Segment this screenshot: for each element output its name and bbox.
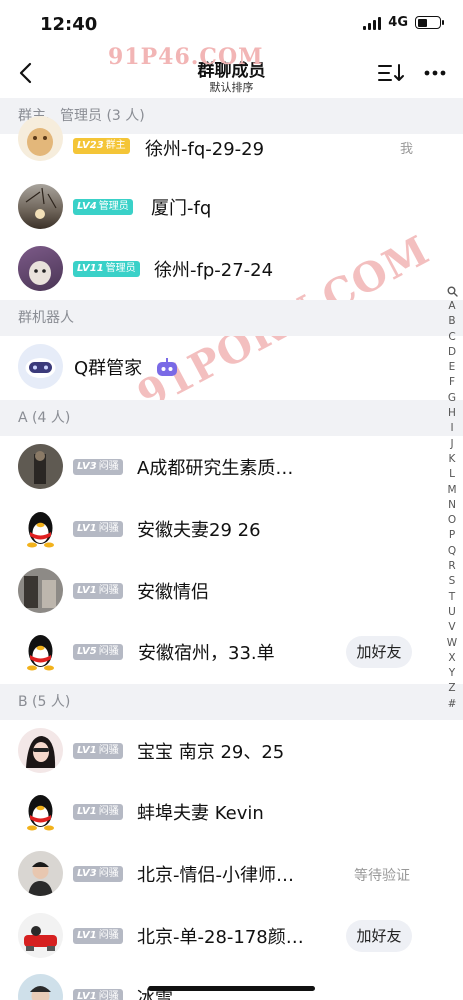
member-name: 北京-单-28-178颜… [137,927,304,948]
member-row[interactable]: LV4 管理员 厦门-fq [0,176,463,238]
member-row[interactable]: LV1 闷骚 宝宝 南京 29、25 [0,720,463,782]
member-name: 安徽宿州，33.单 [138,643,275,664]
index-letter[interactable]: N [445,498,459,513]
section-header-a: A (4 人) [0,400,463,436]
bot-row[interactable]: Q群管家 [0,336,463,398]
index-letter[interactable]: T [445,590,459,605]
member-name: 厦门-fq [151,198,212,219]
avatar [18,444,63,489]
index-letter[interactable]: V [445,620,459,635]
avatar [18,246,63,291]
section-header-bots: 群机器人 [0,300,463,336]
member-name: 宝宝 南京 29、25 [137,742,285,763]
avatar [18,728,63,773]
member-name: 徐州-fq-29-29 [145,139,265,160]
member-row[interactable]: LV3 闷骚 北京-情侣-小律师… 等待验证 [0,843,463,905]
member-name: 安徽夫妻29 26 [137,520,261,541]
member-name: 安徽情侣 [137,582,209,603]
index-letter[interactable]: P [445,528,459,543]
avatar [18,913,63,958]
pending-verification-label: 等待验证 [354,868,410,884]
member-row[interactable]: LV5 闷骚 安徽宿州，33.单 加好友 [0,621,463,683]
robot-icon [157,358,177,376]
member-name: Q群管家 [74,358,143,379]
level-badge: LV1 闷骚 [73,928,123,944]
add-friend-button[interactable]: 加好友 [346,920,412,952]
member-name: 蚌埠夫妻 Kevin [137,803,264,824]
member-row[interactable]: LV1 闷骚 蚌埠夫妻 Kevin [0,781,463,843]
index-letter[interactable]: Q [445,544,459,559]
level-badge: LV3 闷骚 [73,459,123,475]
index-letter[interactable]: A [445,299,459,314]
index-letter[interactable]: C [445,330,459,345]
level-badge: LV1 闷骚 [73,989,123,1000]
index-letter[interactable]: U [445,605,459,620]
index-letter[interactable]: S [445,574,459,589]
member-row[interactable]: LV1 闷骚 冰雪 [0,966,463,1000]
network-label: 4G [388,15,408,30]
index-letter[interactable]: Y [445,666,459,681]
index-letter[interactable]: J [445,437,459,452]
index-letter[interactable]: H [445,406,459,421]
member-name: 徐州-fp-27-24 [154,260,274,281]
level-badge: LV11 管理员 [73,261,140,277]
avatar [18,344,63,389]
index-letters[interactable]: A B C D E F G H I J K L M N O P Q R S T U V W X Y Z # [445,299,459,710]
qq-penguin-avatar [18,506,63,551]
index-letter[interactable]: D [445,345,459,360]
index-letter[interactable]: K [445,452,459,467]
level-badge: LV5 闷骚 [73,644,123,660]
level-badge: LV23 群主 [73,138,130,154]
index-letter[interactable]: F [445,375,459,390]
avatar [18,851,63,896]
signal-icon [363,16,382,30]
member-name: A成都研究生素质… [137,458,294,479]
level-badge: LV1 闷骚 [73,521,123,537]
status-icons: 4G [363,15,444,30]
member-row[interactable]: LV1 闷骚 安徽夫妻29 26 [0,498,463,560]
avatar [18,116,63,161]
member-row[interactable]: LV1 闷骚 北京-单-28-178颜… 加好友 [0,905,463,967]
qq-penguin-avatar [18,789,63,834]
member-row[interactable]: LV11 管理员 徐州-fp-27-24 [0,238,463,300]
search-icon[interactable] [447,286,458,297]
index-letter[interactable]: B [445,314,459,329]
status-bar: 12:40 4G [0,0,463,48]
battery-icon [415,16,444,29]
index-letter[interactable]: R [445,559,459,574]
member-row[interactable]: LV23 群主 徐州-fq-29-29 我 [0,116,463,178]
index-letter[interactable]: X [445,651,459,666]
level-badge: LV1 闷骚 [73,804,123,820]
member-name: 北京-情侣-小律师… [137,865,294,886]
index-letter[interactable]: M [445,483,459,498]
home-indicator [148,986,315,991]
section-header-b: B (5 人) [0,684,463,720]
level-badge: LV1 闷骚 [73,583,123,599]
index-letter[interactable]: G [445,391,459,406]
member-row[interactable]: LV1 闷骚 安徽情侣 [0,560,463,622]
index-letter[interactable]: E [445,360,459,375]
avatar [18,568,63,613]
index-letter[interactable]: O [445,513,459,528]
avatar [18,184,63,229]
member-row[interactable]: LV3 闷骚 A成都研究生素质… [0,436,463,498]
index-letter[interactable]: L [445,467,459,482]
index-letter[interactable]: Z [445,681,459,696]
index-letter[interactable]: I [445,421,459,436]
level-badge: LV4 管理员 [73,199,133,215]
index-letter[interactable]: # [445,697,459,712]
add-friend-button[interactable]: 加好友 [346,636,412,668]
alphabet-index[interactable]: A B C D E F G H I J K L M N O P Q R S T U V W X Y Z # [445,286,459,710]
level-badge: LV1 闷骚 [73,743,123,759]
avatar [18,974,63,1000]
index-letter[interactable]: W [445,636,459,651]
qq-penguin-avatar [18,629,63,674]
level-badge: LV3 闷骚 [73,866,123,882]
more-icon[interactable] [423,62,447,84]
status-time: 12:40 [40,14,98,35]
sort-icon[interactable] [377,62,405,84]
nav-bar: 群聊成员 默认排序 [0,48,463,98]
self-tag: 我 [399,142,413,157]
